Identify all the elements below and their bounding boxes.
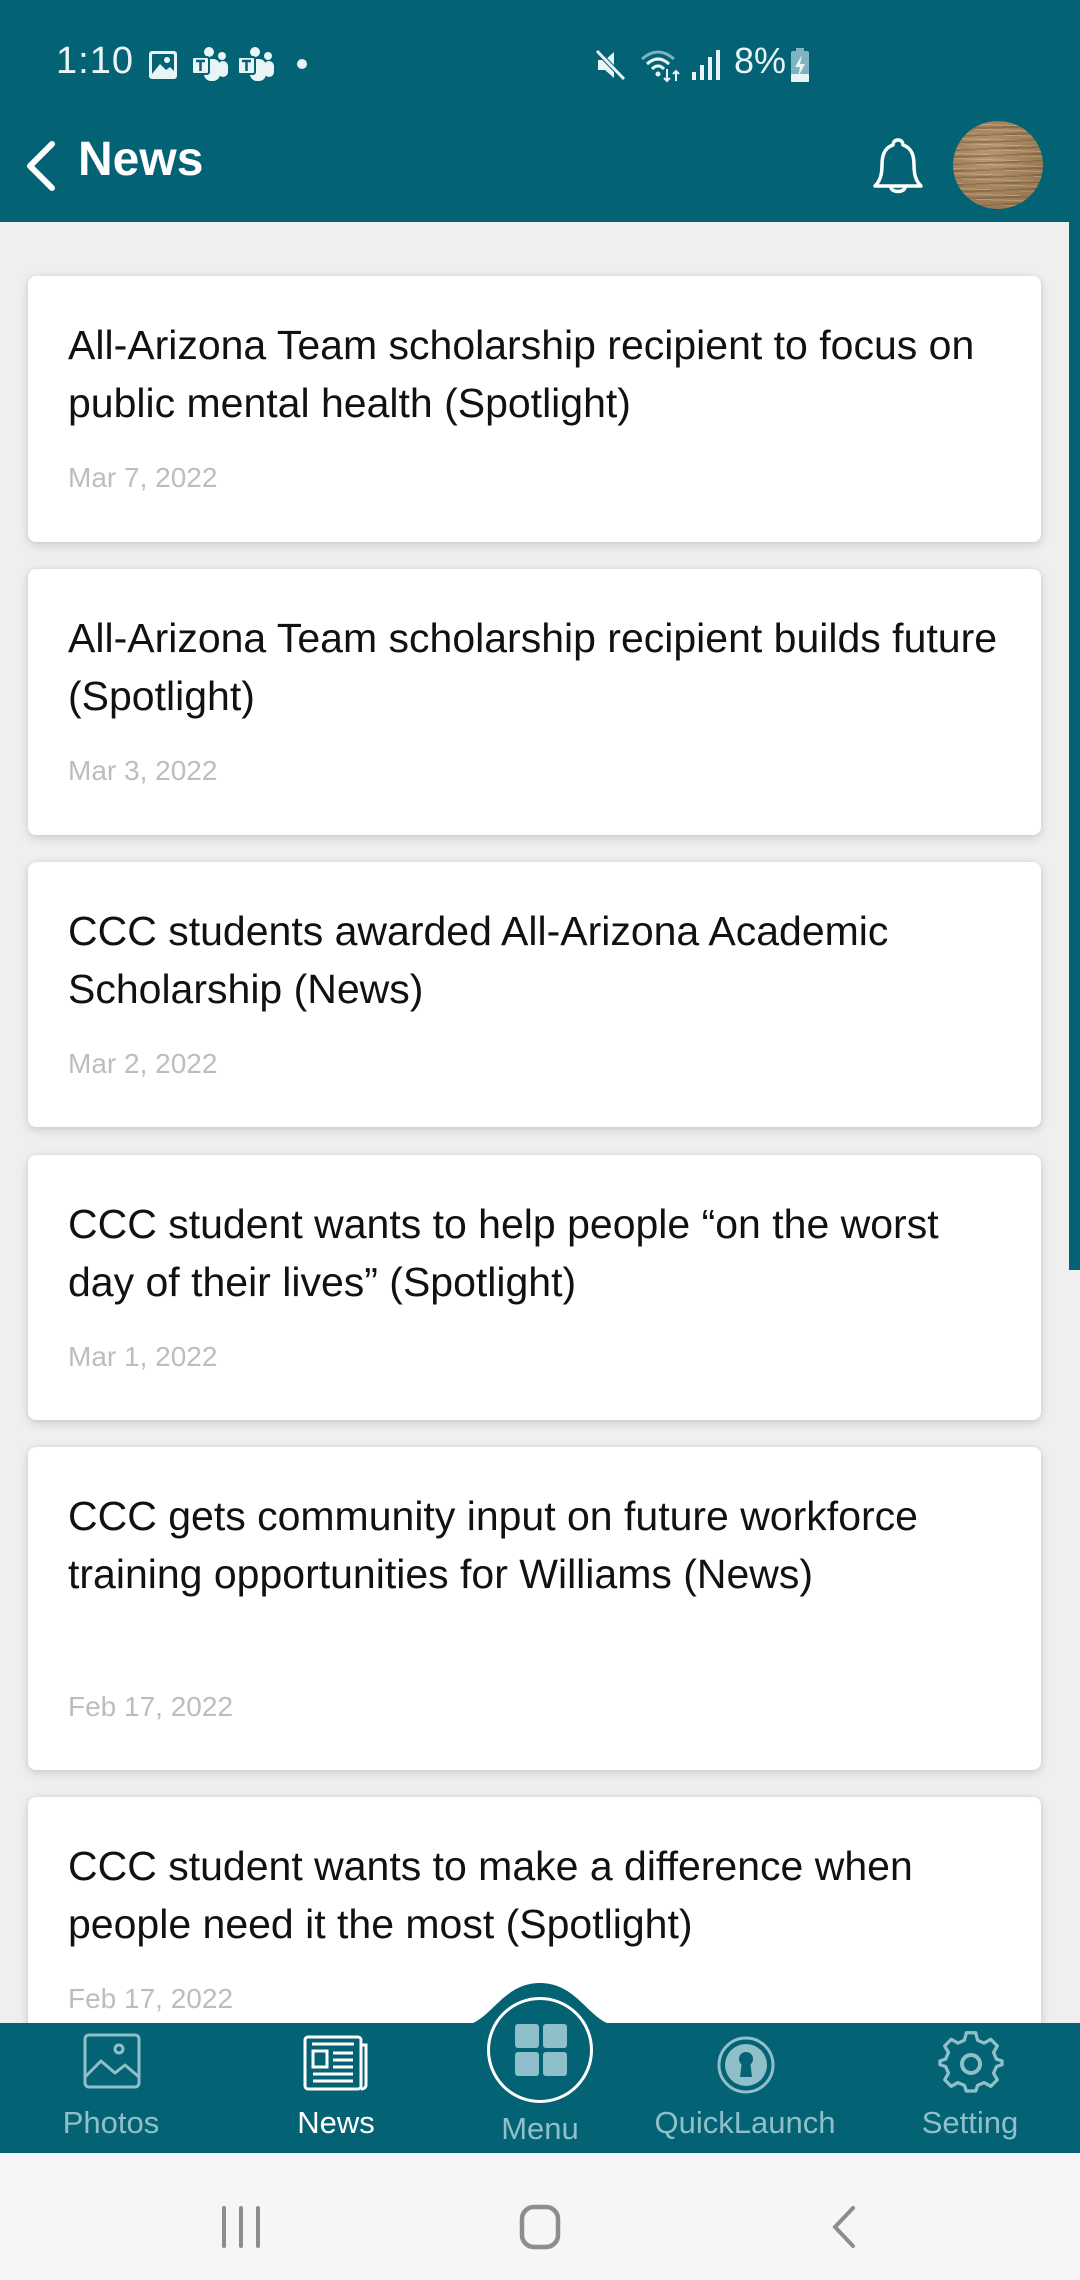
keyhole-icon	[717, 2036, 775, 2094]
home-icon[interactable]	[518, 2203, 564, 2251]
nav-label: Setting	[921, 2105, 1019, 2140]
app-header: 1:10 8% News	[0, 0, 1080, 222]
signal-icon	[692, 50, 720, 80]
news-date: Mar 7, 2022	[68, 462, 218, 493]
teams-icon	[237, 47, 274, 81]
nav-menu[interactable]: Menu	[450, 2023, 630, 2153]
dot-icon	[297, 59, 307, 69]
back-chevron-icon[interactable]	[22, 138, 62, 194]
news-title: CCC students awarded All-Arizona Academi…	[68, 908, 889, 1012]
scrollbar[interactable]	[1069, 222, 1080, 1270]
gallery-icon	[149, 51, 177, 79]
news-date: Mar 2, 2022	[68, 1048, 218, 1079]
news-title: All-Arizona Team scholarship recipient t…	[68, 322, 975, 426]
photo-icon	[83, 2033, 141, 2089]
nav-setting[interactable]: Setting	[880, 2023, 1060, 2153]
newspaper-icon	[303, 2035, 368, 2091]
user-avatar[interactable]	[953, 121, 1043, 209]
mute-icon	[595, 49, 626, 81]
wifi-icon	[641, 50, 680, 83]
battery-charging-icon	[791, 48, 809, 82]
nav-photos[interactable]: Photos	[20, 2023, 202, 2153]
battery-percent: 8%	[734, 40, 787, 81]
gear-icon	[938, 2031, 1004, 2093]
nav-news[interactable]: News	[245, 2023, 427, 2153]
news-date: Mar 1, 2022	[68, 1341, 218, 1372]
back-icon[interactable]	[828, 2205, 858, 2249]
news-date: Feb 17, 2022	[68, 1691, 234, 1722]
news-card[interactable]: CCC gets community input on future workf…	[28, 1447, 1041, 1770]
news-card[interactable]: CCC student wants to help people “on the…	[28, 1155, 1041, 1420]
nav-label: Photos	[62, 2105, 160, 2140]
news-date: Feb 17, 2022	[68, 1983, 234, 2014]
nav-quicklaunch[interactable]: QuickLaunch	[636, 2023, 854, 2153]
page-title: News	[78, 133, 204, 186]
news-card[interactable]: CCC students awarded All-Arizona Academi…	[28, 862, 1041, 1127]
news-card[interactable]: All-Arizona Team scholarship recipient t…	[28, 276, 1041, 542]
nav-label: Menu	[501, 2111, 579, 2146]
news-title: All-Arizona Team scholarship recipient b…	[68, 615, 998, 719]
status-time: 1:10	[56, 40, 134, 82]
news-date: Mar 3, 2022	[68, 755, 218, 786]
bell-icon[interactable]	[872, 135, 924, 197]
nav-label: News	[297, 2105, 375, 2140]
status-bar: 1:10 8%	[0, 0, 1080, 130]
news-title: CCC student wants to help people “on the…	[68, 1201, 939, 1305]
teams-icon	[191, 47, 228, 81]
news-list: All-Arizona Team scholarship recipient t…	[0, 222, 1080, 2023]
recents-icon[interactable]	[218, 2205, 264, 2249]
news-title: CCC gets community input on future workf…	[68, 1493, 918, 1597]
news-card[interactable]: All-Arizona Team scholarship recipient b…	[28, 569, 1041, 835]
nav-label: QuickLaunch	[654, 2105, 836, 2140]
system-nav-bar	[0, 2153, 1080, 2280]
news-title: CCC student wants to make a difference w…	[68, 1843, 913, 1947]
